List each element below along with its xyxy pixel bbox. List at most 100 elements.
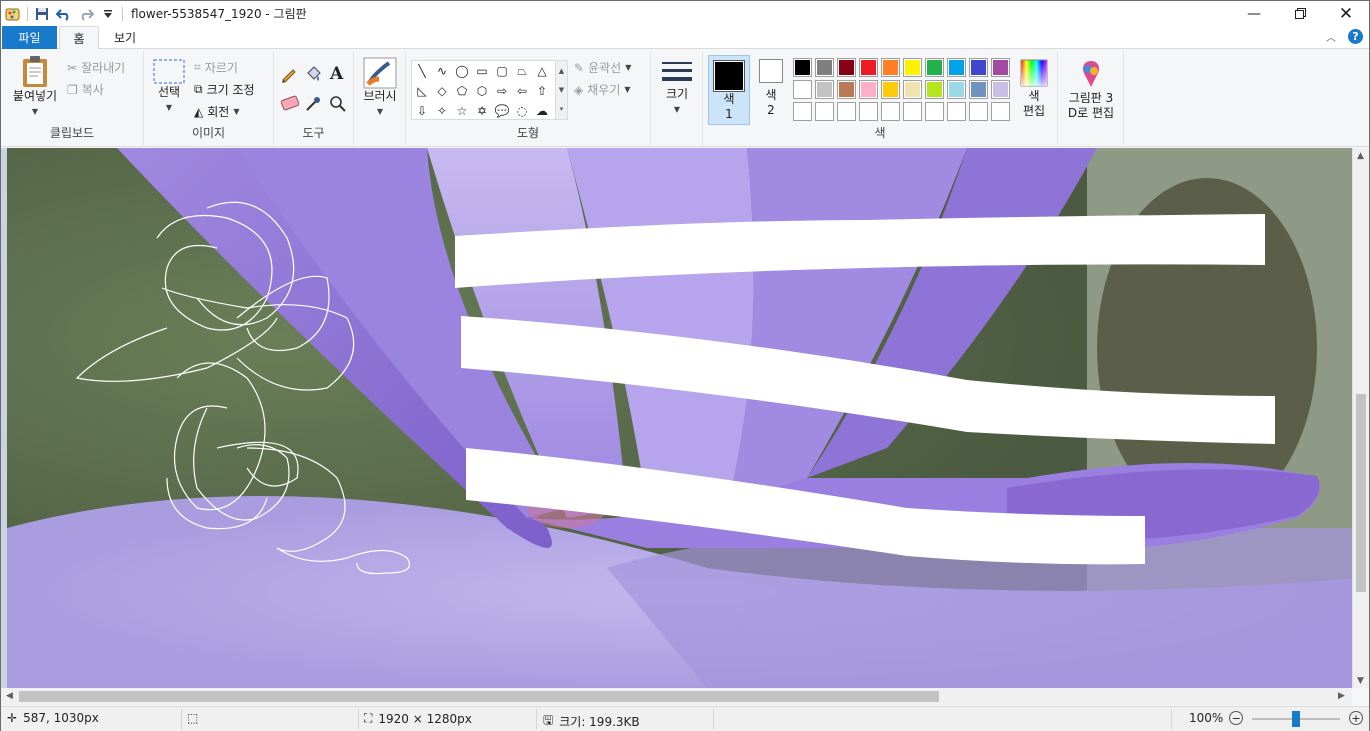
palette-swatch[interactable] (793, 102, 812, 121)
palette-swatch[interactable] (881, 80, 900, 99)
rectangle-shape-icon[interactable]: ▭ (472, 61, 492, 81)
fill-bucket-icon[interactable] (304, 65, 322, 83)
rotate-button[interactable]: ◭ 회전 ▼ (194, 103, 239, 120)
zoom-out-icon[interactable]: − (1229, 711, 1244, 725)
cut-button[interactable]: ✂ 잘라내기 (67, 59, 125, 76)
fill-button[interactable]: ◈ 채우기 ▼ (574, 81, 631, 98)
rounded-callout-shape-icon[interactable]: 💬 (492, 101, 512, 121)
hexagon-shape-icon[interactable]: ⬡ (472, 81, 492, 101)
palette-swatch[interactable] (991, 80, 1010, 99)
copy-button[interactable]: ❐ 복사 (67, 81, 104, 98)
tab-view[interactable]: 보기 (103, 26, 147, 49)
magnifier-icon[interactable] (329, 95, 347, 113)
horizontal-scroll-thumb[interactable] (19, 691, 939, 702)
shapes-scroll[interactable]: ▲ ▼ ▾ (556, 60, 568, 120)
zoom-in-icon[interactable]: + (1349, 711, 1363, 725)
maximize-button[interactable] (1277, 1, 1323, 26)
five-point-star-shape-icon[interactable]: ☆ (452, 101, 472, 121)
select-button[interactable]: 선택 ▼ (149, 59, 189, 115)
horizontal-scrollbar[interactable]: ◀ ▶ (1, 688, 1352, 705)
palette-swatch[interactable] (925, 58, 944, 77)
palette-swatch[interactable] (947, 58, 966, 77)
palette-swatch[interactable] (947, 80, 966, 99)
zoom-slider[interactable] (1252, 711, 1340, 727)
palette-swatch[interactable] (815, 102, 834, 121)
four-point-star-shape-icon[interactable]: ✧ (432, 101, 452, 121)
palette-swatch[interactable] (903, 80, 922, 99)
collapse-ribbon-icon[interactable]: ︿ (1326, 29, 1336, 44)
palette-swatch[interactable] (881, 102, 900, 121)
curve-shape-icon[interactable]: ∿ (432, 61, 452, 81)
palette-swatch[interactable] (903, 102, 922, 121)
palette-swatch[interactable] (793, 80, 812, 99)
rounded-rectangle-shape-icon[interactable]: ▢ (492, 61, 512, 81)
save-icon[interactable] (34, 6, 50, 22)
palette-swatch[interactable] (947, 102, 966, 121)
minimize-button[interactable]: — (1231, 1, 1277, 26)
palette-swatch[interactable] (859, 58, 878, 77)
tab-file[interactable]: 파일 (2, 26, 57, 49)
palette-swatch[interactable] (991, 102, 1010, 121)
vertical-scrollbar[interactable]: ▲ ▼ (1352, 148, 1369, 688)
scroll-down-icon[interactable]: ▼ (1357, 676, 1364, 686)
brushes-button[interactable]: 브러시 ▼ (358, 57, 402, 119)
palette-swatch[interactable] (859, 80, 878, 99)
cloud-callout-shape-icon[interactable]: ☁ (532, 101, 552, 121)
text-tool-icon[interactable]: A (330, 64, 343, 84)
palette-swatch[interactable] (881, 58, 900, 77)
eraser-icon[interactable] (280, 95, 300, 111)
tab-home[interactable]: 홈 (59, 26, 99, 50)
palette-swatch[interactable] (991, 58, 1010, 77)
polygon-shape-icon[interactable]: ⏢ (512, 61, 532, 81)
color1-button[interactable]: 색 1 (708, 55, 750, 125)
palette-swatch[interactable] (925, 80, 944, 99)
pentagon-shape-icon[interactable]: ⬠ (452, 81, 472, 101)
six-point-star-shape-icon[interactable]: ✡ (472, 101, 492, 121)
flower-canvas[interactable] (7, 148, 1358, 688)
palette-swatch[interactable] (969, 58, 988, 77)
palette-swatch[interactable] (837, 102, 856, 121)
line-shape-icon[interactable]: ╲ (412, 61, 432, 81)
pencil-icon[interactable] (280, 65, 298, 83)
outline-button[interactable]: ✎ 윤곽선 ▼ (574, 59, 631, 76)
color2-button[interactable]: 색 2 (753, 59, 789, 118)
paint-app-icon[interactable] (5, 6, 21, 22)
triangle-shape-icon[interactable]: △ (532, 61, 552, 81)
resize-button[interactable]: ⧉ 크기 조정 (194, 81, 255, 98)
color-picker-icon[interactable] (304, 95, 322, 113)
scroll-up-icon[interactable]: ▲ (1357, 151, 1364, 161)
scroll-right-icon[interactable]: ▶ (1338, 691, 1345, 701)
canvas-area[interactable] (1, 148, 1369, 688)
down-arrow-shape-icon[interactable]: ⇩ (412, 101, 432, 121)
size-button[interactable]: 크기 ▼ (656, 59, 698, 117)
help-icon[interactable]: ? (1348, 29, 1363, 44)
left-arrow-shape-icon[interactable]: ⇦ (512, 81, 532, 101)
edit-with-paint3d-button[interactable]: 그림판 3 D로 편집 (1062, 59, 1120, 121)
crop-button[interactable]: ⌗ 자르기 (194, 59, 238, 76)
oval-callout-shape-icon[interactable]: ◌ (512, 101, 532, 121)
palette-swatch[interactable] (815, 80, 834, 99)
undo-icon[interactable] (56, 6, 72, 22)
palette-swatch[interactable] (969, 80, 988, 99)
palette-swatch[interactable] (837, 58, 856, 77)
right-arrow-shape-icon[interactable]: ⇨ (492, 81, 512, 101)
scroll-left-icon[interactable]: ◀ (6, 691, 13, 701)
palette-swatch[interactable] (859, 102, 878, 121)
paste-button[interactable]: 붙여넣기 ▼ (7, 55, 63, 119)
zoom-slider-thumb[interactable] (1292, 711, 1300, 727)
vertical-scroll-thumb[interactable] (1356, 394, 1366, 592)
diamond-shape-icon[interactable]: ◇ (432, 81, 452, 101)
close-button[interactable]: ✕ (1323, 1, 1369, 26)
up-arrow-shape-icon[interactable]: ⇧ (532, 81, 552, 101)
edit-colors-button[interactable]: 색 편집 (1015, 59, 1053, 119)
redo-icon[interactable] (78, 6, 94, 22)
palette-swatch[interactable] (925, 102, 944, 121)
palette-swatch[interactable] (903, 58, 922, 77)
right-triangle-shape-icon[interactable]: ◺ (412, 81, 432, 101)
palette-swatch[interactable] (969, 102, 988, 121)
palette-swatch[interactable] (815, 58, 834, 77)
oval-shape-icon[interactable]: ◯ (452, 61, 472, 81)
customize-toolbar-icon[interactable] (100, 6, 116, 22)
palette-swatch[interactable] (837, 80, 856, 99)
palette-swatch[interactable] (793, 58, 812, 77)
